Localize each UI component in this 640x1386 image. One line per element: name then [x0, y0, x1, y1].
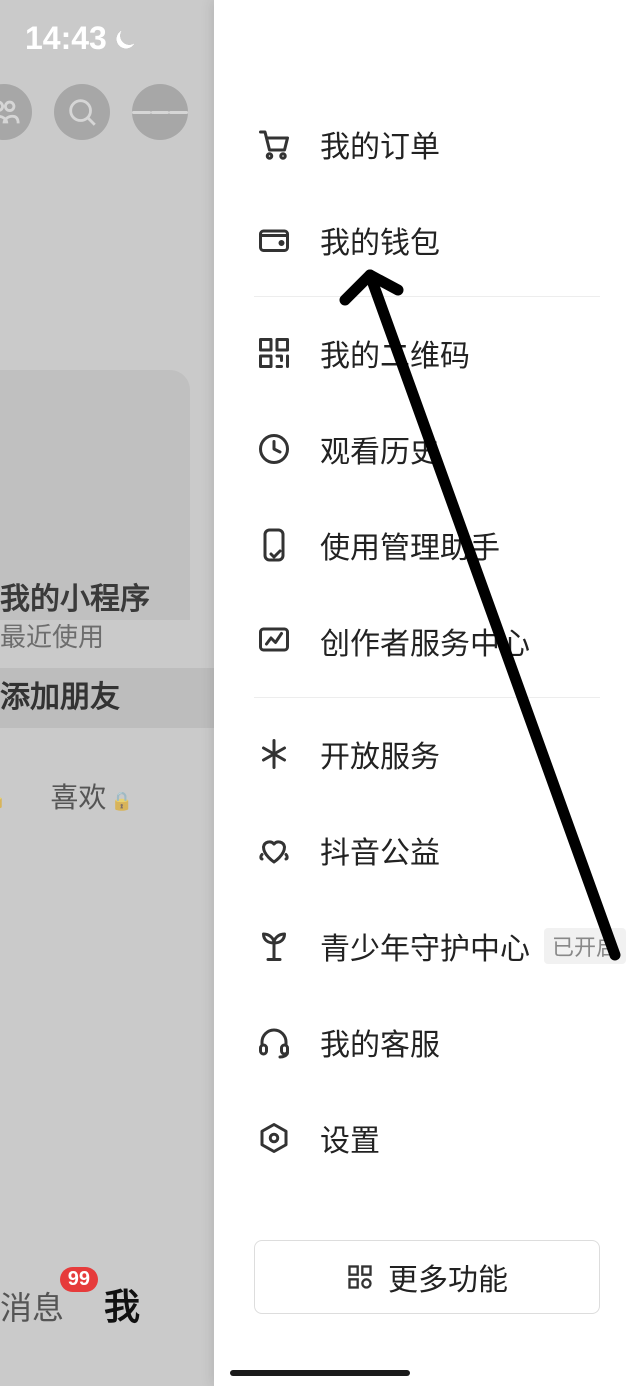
menu-separator: [254, 697, 600, 698]
sprout-icon: [256, 928, 292, 964]
menu-usage-manager[interactable]: 使用管理助手: [214, 497, 640, 593]
cart-icon: [256, 126, 292, 162]
menu-label: 我的二维码: [320, 331, 470, 375]
nav-messages[interactable]: 消息 99: [0, 1283, 64, 1329]
menu-customer-support[interactable]: 我的客服: [214, 994, 640, 1090]
profile-tabs: 🔒 喜欢🔒: [0, 776, 133, 816]
headset-icon: [256, 1024, 292, 1060]
clock-icon: [256, 431, 292, 467]
analytics-icon: [256, 623, 292, 659]
menu-my-orders[interactable]: 我的订单: [214, 96, 640, 192]
menu-label: 创作者服务中心: [320, 619, 530, 663]
qrcode-icon: [256, 335, 292, 371]
phone-check-icon: [256, 527, 292, 563]
menu-label: 我的钱包: [320, 218, 440, 262]
more-features-label: 更多功能: [388, 1255, 508, 1299]
more-features-button[interactable]: 更多功能: [254, 1240, 600, 1314]
menu-label: 使用管理助手: [320, 523, 500, 567]
menu-open-services[interactable]: 开放服务: [214, 706, 640, 802]
menu-label: 设置: [320, 1116, 380, 1160]
friends-icon-button[interactable]: [0, 84, 32, 140]
dnd-moon-icon: [115, 28, 137, 50]
menu-label: 观看历史: [320, 427, 440, 471]
home-indicator: [230, 1370, 410, 1376]
nav-me[interactable]: 我: [104, 1278, 140, 1330]
menu-icon-button[interactable]: [132, 84, 188, 140]
menu-label: 青少年守护中心: [320, 924, 530, 968]
tab-hidden-lock: 🔒: [0, 780, 6, 812]
spark-icon: [256, 736, 292, 772]
side-drawer: 我的订单 我的钱包 我的二维码 观看历史 使用管理助手 创作者服务中心: [214, 0, 640, 1386]
menu-settings[interactable]: 设置: [214, 1090, 640, 1186]
menu-my-qrcode[interactable]: 我的二维码: [214, 305, 640, 401]
youth-enabled-tag: 已开启: [544, 928, 626, 964]
menu-label: 开放服务: [320, 732, 440, 776]
grid-icon: [346, 1263, 374, 1291]
menu-separator: [254, 296, 600, 297]
menu-creator-center[interactable]: 创作者服务中心: [214, 593, 640, 689]
status-bar: 14:43: [25, 20, 137, 57]
status-time: 14:43: [25, 20, 107, 57]
wallet-icon: [256, 222, 292, 258]
heart-hands-icon: [256, 832, 292, 868]
search-icon-button[interactable]: [54, 84, 110, 140]
hex-settings-icon: [256, 1120, 292, 1156]
menu-label: 我的订单: [320, 122, 440, 166]
menu-label: 我的客服: [320, 1020, 440, 1064]
tab-like[interactable]: 喜欢🔒: [50, 776, 132, 816]
menu-my-wallet[interactable]: 我的钱包: [214, 192, 640, 288]
miniprogram-title: 我的小程序: [0, 574, 150, 618]
miniprogram-subtitle: 最近使用: [0, 617, 104, 654]
add-friend-button[interactable]: 添加朋友: [0, 668, 215, 728]
menu-douyin-charity[interactable]: 抖音公益: [214, 802, 640, 898]
menu-label: 抖音公益: [320, 828, 440, 872]
menu-youth-protection[interactable]: 青少年守护中心 已开启: [214, 898, 640, 994]
nav-messages-badge: 99: [60, 1267, 98, 1292]
menu-watch-history[interactable]: 观看历史: [214, 401, 640, 497]
